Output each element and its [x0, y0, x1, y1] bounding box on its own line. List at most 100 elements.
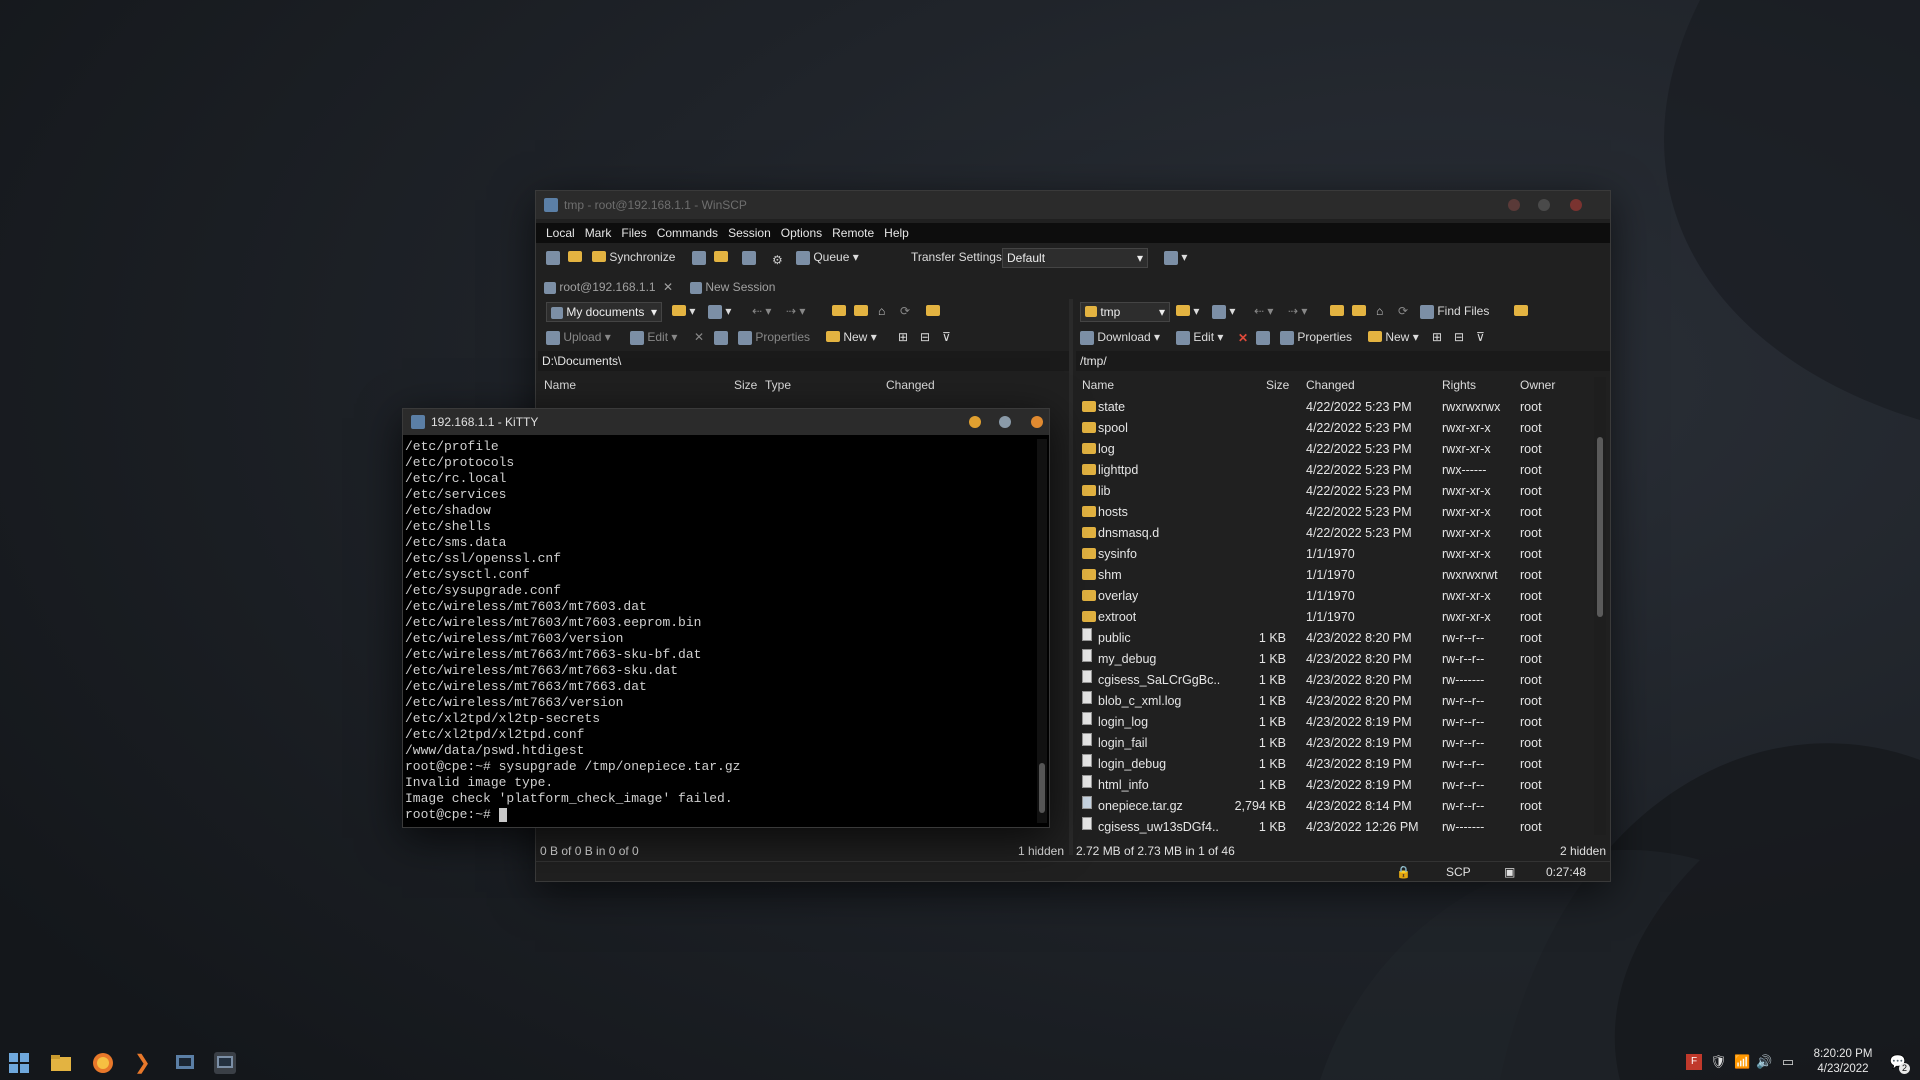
close-tab-icon[interactable]: ✕ — [663, 280, 673, 294]
remote-back-icon[interactable]: ⇠ ▾ — [1254, 302, 1273, 320]
winscp-taskbar-icon[interactable] — [214, 1052, 236, 1074]
menu-help[interactable]: Help — [884, 223, 909, 243]
remote-filter-select-icon[interactable]: ⊽ — [1476, 328, 1485, 346]
remote-scrollbar-thumb[interactable] — [1597, 437, 1603, 617]
table-row[interactable]: dnsmasq.d 4/22/2022 5:23 PM rwxr-xr-x root — [1076, 523, 1592, 544]
local-path-bar[interactable]: D:\Documents\ — [538, 351, 1070, 371]
local-bookmark-icon[interactable] — [926, 302, 940, 320]
remote-col-changed[interactable]: Changed — [1306, 375, 1355, 395]
minimize-button[interactable] — [1508, 199, 1520, 211]
local-select-all-icon[interactable]: ⊞ — [898, 328, 908, 346]
remote-file-list[interactable]: state 4/22/2022 5:23 PM rwxrwxrwx root spool… — [1076, 397, 1592, 835]
keep-up-to-date-icon[interactable] — [692, 248, 706, 266]
table-row[interactable]: my_debug 1 KB 4/23/2022 8:20 PM rw-r--r-- ro… — [1076, 649, 1592, 670]
table-row[interactable]: shm 1/1/1970 rwxrwxrwt root — [1076, 565, 1592, 586]
kitty-taskbar-icon[interactable] — [174, 1052, 196, 1074]
table-row[interactable]: lighttpd 4/22/2022 5:23 PM rwx------ root — [1076, 460, 1592, 481]
kitty-minimize-button[interactable] — [969, 416, 981, 428]
clock[interactable]: 8:20:20 PM 4/23/2022 — [1808, 1047, 1878, 1077]
kitty-close-button[interactable] — [1031, 416, 1043, 428]
remote-properties-button[interactable]: Properties — [1280, 328, 1352, 346]
network-icon[interactable]: 📶 — [1734, 1054, 1750, 1070]
find-files-button[interactable]: Find Files — [1420, 302, 1489, 320]
local-hidden-count[interactable]: 1 hidden — [1018, 841, 1064, 861]
local-properties-button[interactable]: Properties — [738, 328, 810, 346]
remote-select-all-icon[interactable]: ⊞ — [1432, 328, 1442, 346]
kitty-window[interactable]: 192.168.1.1 - KiTTY /etc/profile/etc/pro… — [402, 408, 1050, 828]
start-windows-icon[interactable] — [8, 1052, 30, 1074]
upload-button[interactable]: Upload ▾ — [546, 328, 611, 346]
remote-root-folder-icon[interactable] — [1352, 302, 1366, 320]
table-row[interactable]: login_fail 1 KB 4/23/2022 8:19 PM rw-r--r--… — [1076, 733, 1592, 754]
local-unselect-icon[interactable]: ⊟ — [920, 328, 930, 346]
remote-delete-icon[interactable]: ✕ — [1236, 328, 1250, 346]
close-button[interactable] — [1570, 199, 1582, 211]
local-open-folder-icon[interactable]: ▾ — [672, 302, 695, 320]
table-row[interactable]: html_info 1 KB 4/23/2022 8:19 PM rw-r--r-- r… — [1076, 775, 1592, 796]
remote-bookmark-icon[interactable] — [1514, 302, 1528, 320]
remote-path-bar[interactable]: /tmp/ — [1076, 351, 1610, 371]
menu-session[interactable]: Session — [728, 223, 771, 243]
firefox-icon[interactable] — [92, 1052, 114, 1074]
table-row[interactable]: cgisess_SaLCrGgBc... 1 KB 4/23/2022 8:20 P… — [1076, 670, 1592, 691]
local-col-type[interactable]: Type — [765, 375, 791, 395]
panel-splitter[interactable] — [1069, 299, 1073, 855]
remote-edit-button[interactable]: Edit ▾ — [1176, 328, 1223, 346]
table-row[interactable]: login_log 1 KB 4/23/2022 8:19 PM rw-r--r-- r… — [1076, 712, 1592, 733]
local-rename-icon[interactable] — [714, 328, 728, 346]
remote-rename-icon[interactable] — [1256, 328, 1270, 346]
remote-col-size[interactable]: Size — [1266, 375, 1289, 395]
local-delete-icon[interactable]: ✕ — [694, 328, 704, 346]
table-row[interactable]: onepiece.tar.gz 2,794 KB 4/23/2022 8:14 PM… — [1076, 796, 1592, 817]
local-refresh-icon[interactable]: ⟳ — [900, 302, 910, 320]
synchronize-button[interactable]: Synchronize — [592, 248, 675, 266]
table-row[interactable]: cgisess_uw13sDGf4... 1 KB 4/23/2022 12:26 … — [1076, 817, 1592, 835]
table-row[interactable]: blob_c_xml.log 1 KB 4/23/2022 8:20 PM rw-r-… — [1076, 691, 1592, 712]
maximize-button[interactable] — [1538, 199, 1550, 211]
menu-options[interactable]: Options — [781, 223, 822, 243]
reconnect-icon[interactable]: ▾ — [1164, 248, 1187, 266]
volume-icon[interactable]: 🔊 — [1756, 1054, 1772, 1070]
remote-parent-folder-icon[interactable] — [1330, 302, 1344, 320]
remote-location-select[interactable]: tmp ▾ — [1080, 302, 1170, 322]
tab-session[interactable]: root@192.168.1.1 ✕ — [544, 277, 673, 297]
local-home-icon[interactable]: ⌂ — [878, 302, 885, 320]
local-parent-folder-icon[interactable] — [832, 302, 846, 320]
local-filter-icon[interactable]: ▾ — [708, 302, 731, 320]
local-col-size[interactable]: Size — [734, 375, 757, 395]
menu-remote[interactable]: Remote — [832, 223, 874, 243]
preferences-gear-icon[interactable]: ⚙ — [772, 248, 786, 267]
compare-icon[interactable] — [568, 248, 582, 266]
tab-new-session[interactable]: New Session — [690, 277, 775, 297]
commander-view-icon[interactable] — [546, 248, 560, 266]
remote-unselect-icon[interactable]: ⊟ — [1454, 328, 1464, 346]
remote-scrollbar[interactable] — [1594, 377, 1606, 835]
remote-refresh-icon[interactable]: ⟳ — [1398, 302, 1408, 320]
kitty-scrollbar-thumb[interactable] — [1039, 763, 1045, 813]
table-row[interactable]: extroot 1/1/1970 rwxr-xr-x root — [1076, 607, 1592, 628]
remote-open-folder-icon[interactable]: ▾ — [1176, 302, 1199, 320]
remote-forward-icon[interactable]: ⇢ ▾ — [1288, 302, 1307, 320]
terminal-prompt-line[interactable]: root@cpe:~# — [405, 807, 1035, 823]
local-edit-button[interactable]: Edit ▾ — [630, 328, 677, 346]
terminal-icon[interactable]: ❯ — [134, 1052, 156, 1074]
menu-commands[interactable]: Commands — [657, 223, 718, 243]
console-icon[interactable] — [742, 248, 756, 266]
remote-hidden-count[interactable]: 2 hidden — [1560, 841, 1606, 861]
local-root-folder-icon[interactable] — [854, 302, 868, 320]
table-row[interactable]: state 4/22/2022 5:23 PM rwxrwxrwx root — [1076, 397, 1592, 418]
remote-new-button[interactable]: New ▾ — [1368, 328, 1419, 346]
local-back-icon[interactable]: ⇠ ▾ — [752, 302, 771, 320]
local-new-button[interactable]: New ▾ — [826, 328, 877, 346]
table-row[interactable]: lib 4/22/2022 5:23 PM rwxr-xr-x root — [1076, 481, 1592, 502]
transfer-settings-select[interactable]: Default ▾ — [1002, 248, 1148, 268]
remote-col-rights[interactable]: Rights — [1442, 375, 1476, 395]
remote-col-name[interactable]: Name — [1082, 375, 1114, 395]
table-row[interactable]: log 4/22/2022 5:23 PM rwxr-xr-x root — [1076, 439, 1592, 460]
table-row[interactable]: overlay 1/1/1970 rwxr-xr-x root — [1076, 586, 1592, 607]
local-col-name[interactable]: Name — [544, 375, 576, 395]
kitty-scrollbar[interactable] — [1037, 439, 1047, 823]
table-row[interactable]: public 1 KB 4/23/2022 8:20 PM rw-r--r-- root — [1076, 628, 1592, 649]
sync-browse-icon[interactable] — [714, 248, 728, 266]
app-tray-icon[interactable]: F — [1686, 1054, 1702, 1070]
